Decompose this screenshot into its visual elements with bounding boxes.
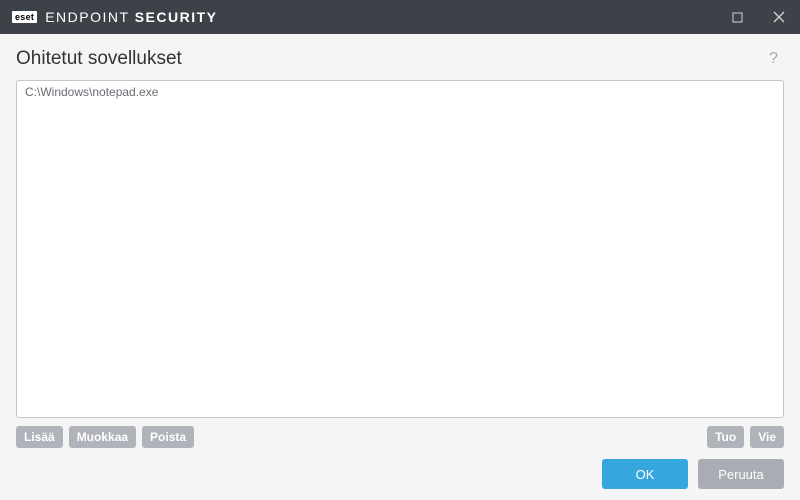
- window-controls: [716, 0, 800, 34]
- close-icon: [773, 11, 785, 23]
- help-icon: ?: [769, 50, 778, 67]
- export-button[interactable]: Vie: [750, 426, 784, 448]
- titlebar: eset ENDPOINT SECURITY: [0, 0, 800, 34]
- content-area: Ohitetut sovellukset ? C:\Windows\notepa…: [0, 34, 800, 448]
- add-button[interactable]: Lisää: [16, 426, 63, 448]
- close-button[interactable]: [758, 0, 800, 34]
- remove-button[interactable]: Poista: [142, 426, 194, 448]
- page-title: Ohitetut sovellukset: [16, 48, 182, 70]
- import-button[interactable]: Tuo: [707, 426, 744, 448]
- cancel-button[interactable]: Peruuta: [698, 459, 784, 489]
- help-button[interactable]: ?: [763, 48, 784, 70]
- exclusions-list[interactable]: C:\Windows\notepad.exe: [16, 80, 784, 418]
- list-toolbar: Lisää Muokkaa Poista Tuo Vie: [16, 426, 784, 448]
- app-name-strong: SECURITY: [135, 9, 218, 25]
- maximize-button[interactable]: [716, 0, 758, 34]
- eset-badge: eset: [12, 11, 37, 23]
- edit-button[interactable]: Muokkaa: [69, 426, 136, 448]
- app-logo: eset ENDPOINT SECURITY: [12, 9, 218, 25]
- header-row: Ohitetut sovellukset ?: [16, 48, 784, 70]
- footer: OK Peruuta: [0, 448, 800, 500]
- app-name-light: ENDPOINT: [45, 9, 129, 25]
- app-name: ENDPOINT SECURITY: [45, 9, 217, 25]
- toolbar-spacer: [200, 426, 701, 448]
- maximize-icon: [732, 12, 743, 23]
- ok-button[interactable]: OK: [602, 459, 688, 489]
- list-item[interactable]: C:\Windows\notepad.exe: [17, 81, 783, 103]
